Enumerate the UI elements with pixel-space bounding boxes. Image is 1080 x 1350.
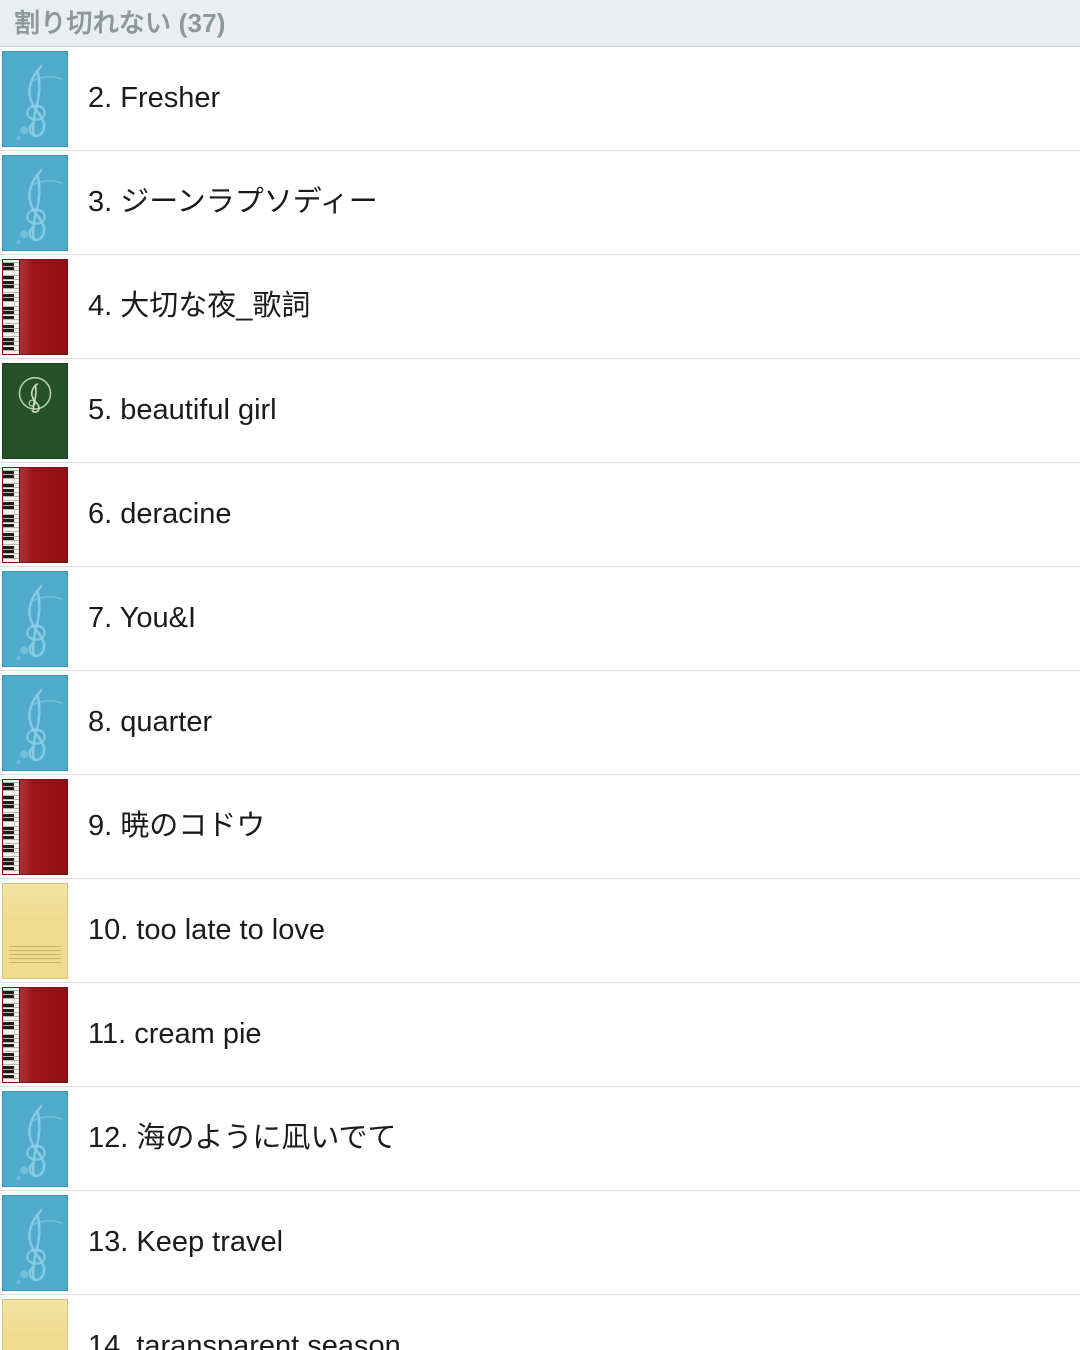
track-thumbnail-cell[interactable] — [0, 463, 70, 566]
track-row[interactable]: 8. quarter — [0, 671, 1080, 775]
track-row[interactable]: 6. deracine — [0, 463, 1080, 567]
treble-clef-thumbnail — [2, 570, 68, 667]
treble-clef-thumbnail — [2, 1090, 68, 1187]
staff-line — [9, 961, 61, 963]
treble-clef-thumbnail — [2, 674, 68, 771]
treble-clef-thumbnail — [2, 154, 68, 251]
staff-line — [9, 949, 61, 951]
track-thumbnail-cell[interactable] — [0, 47, 70, 150]
track-thumbnail-cell[interactable] — [0, 359, 70, 462]
track-row[interactable]: 5. beautiful girl — [0, 359, 1080, 463]
track-row[interactable]: 9. 暁のコドウ — [0, 775, 1080, 879]
thumbnail-sheen — [20, 987, 67, 1082]
thumbnail-sheen — [3, 883, 67, 978]
track-label-cell[interactable]: 3. ジーンラプソディー — [70, 151, 1080, 254]
track-row[interactable]: 13. Keep travel — [0, 1191, 1080, 1295]
treble-clef-thumbnail — [2, 50, 68, 147]
piano-keys-art — [3, 467, 20, 562]
track-thumbnail-cell[interactable] — [0, 1295, 70, 1350]
track-row[interactable]: 14. taransparent season — [0, 1295, 1080, 1350]
track-label-cell[interactable]: 8. quarter — [70, 671, 1080, 774]
staff-lines-thumbnail — [2, 1299, 68, 1350]
group-header: 割り切れない (37) — [0, 0, 1080, 48]
track-title: 4. 大切な夜_歌詞 — [88, 289, 311, 322]
track-title: 6. deracine — [88, 497, 232, 530]
track-thumbnail-cell[interactable] — [0, 567, 70, 670]
piano-keys-art — [3, 987, 20, 1082]
track-row[interactable]: 3. ジーンラプソディー — [0, 151, 1080, 255]
group-header-title: 割り切れない (37) — [14, 8, 226, 38]
track-thumbnail-cell[interactable] — [0, 255, 70, 358]
staff-line — [9, 957, 61, 959]
piano-keys-thumbnail — [2, 778, 68, 875]
track-label-cell[interactable]: 11. cream pie — [70, 983, 1080, 1086]
track-thumbnail-cell[interactable] — [0, 1191, 70, 1294]
track-title: 8. quarter — [88, 705, 213, 738]
treble-clef-art — [16, 1104, 64, 1181]
song-list-screen: 割り切れない (37) 2. Fresher 3. ジーンラプソディー 4. 大切な… — [0, 0, 1080, 1350]
track-row[interactable]: 7. You&I — [0, 567, 1080, 671]
track-thumbnail-cell[interactable] — [0, 1087, 70, 1190]
track-thumbnail-cell[interactable] — [0, 671, 70, 774]
piano-keys-thumbnail — [2, 466, 68, 563]
track-row[interactable]: 2. Fresher — [0, 47, 1080, 151]
piano-keys-thumbnail — [2, 258, 68, 355]
track-label-cell[interactable]: 14. taransparent season — [70, 1295, 1080, 1350]
piano-keys-art — [3, 259, 20, 354]
track-row[interactable]: 12. 海のように凪いでて — [0, 1087, 1080, 1191]
circled-clef-thumbnail — [2, 362, 68, 459]
track-thumbnail-cell[interactable] — [0, 151, 70, 254]
track-label-cell[interactable]: 9. 暁のコドウ — [70, 775, 1080, 878]
track-label-cell[interactable]: 5. beautiful girl — [70, 359, 1080, 462]
track-label-cell[interactable]: 10. too late to love — [70, 879, 1080, 982]
circled-clef-art — [18, 376, 52, 413]
staff-lines-thumbnail — [2, 882, 68, 979]
thumbnail-sheen — [20, 467, 67, 562]
track-title: 9. 暁のコドウ — [88, 809, 266, 842]
treble-clef-thumbnail — [2, 1194, 68, 1291]
track-title: 12. 海のように凪いでて — [88, 1121, 397, 1154]
thumbnail-sheen — [20, 779, 67, 874]
track-title: 10. too late to love — [88, 913, 325, 946]
piano-keys-thumbnail — [2, 986, 68, 1083]
track-label-cell[interactable]: 4. 大切な夜_歌詞 — [70, 255, 1080, 358]
thumbnail-sheen — [3, 1300, 67, 1350]
track-list[interactable]: 2. Fresher 3. ジーンラプソディー 4. 大切な夜_歌詞 5. beaut… — [0, 47, 1080, 1350]
track-title: 13. Keep travel — [88, 1225, 284, 1258]
treble-clef-art — [16, 1208, 64, 1285]
treble-clef-art — [16, 64, 64, 141]
treble-clef-art — [16, 688, 64, 765]
thumbnail-sheen — [20, 259, 67, 354]
track-thumbnail-cell[interactable] — [0, 879, 70, 982]
staff-line — [9, 945, 61, 947]
track-row[interactable]: 10. too late to love — [0, 879, 1080, 983]
track-title: 5. beautiful girl — [88, 393, 277, 426]
staff-line — [9, 953, 61, 955]
track-thumbnail-cell[interactable] — [0, 775, 70, 878]
track-label-cell[interactable]: 6. deracine — [70, 463, 1080, 566]
track-label-cell[interactable]: 7. You&I — [70, 567, 1080, 670]
track-title: 2. Fresher — [88, 81, 221, 114]
track-thumbnail-cell[interactable] — [0, 983, 70, 1086]
track-title: 14. taransparent season — [88, 1330, 401, 1350]
treble-clef-art — [16, 168, 64, 245]
track-row[interactable]: 11. cream pie — [0, 983, 1080, 1087]
piano-keys-art — [3, 779, 20, 874]
track-label-cell[interactable]: 2. Fresher — [70, 47, 1080, 150]
track-title: 3. ジーンラプソディー — [88, 185, 378, 218]
track-title: 11. cream pie — [88, 1017, 262, 1050]
treble-clef-art — [16, 584, 64, 661]
track-title: 7. You&I — [88, 601, 197, 634]
track-label-cell[interactable]: 13. Keep travel — [70, 1191, 1080, 1294]
track-label-cell[interactable]: 12. 海のように凪いでて — [70, 1087, 1080, 1190]
track-row[interactable]: 4. 大切な夜_歌詞 — [0, 255, 1080, 359]
